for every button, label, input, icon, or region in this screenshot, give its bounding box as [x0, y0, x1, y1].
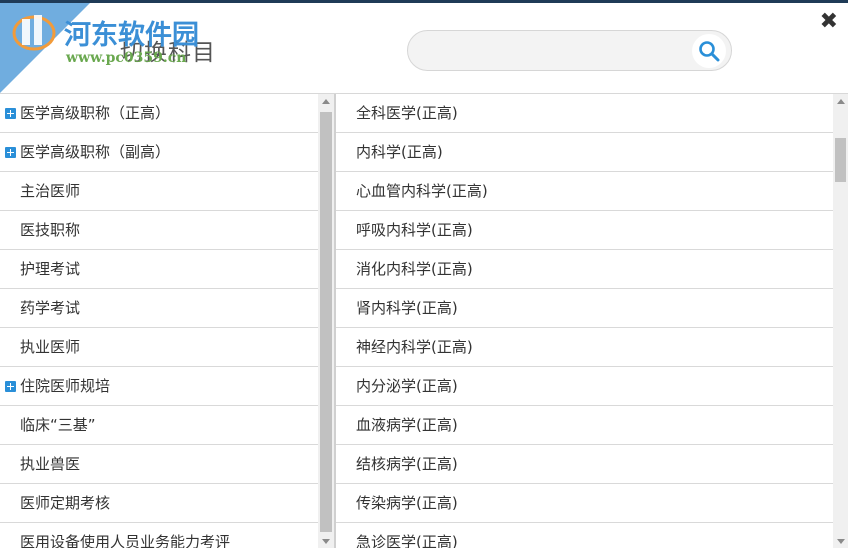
subject-item[interactable]: 消化内科学(正高) [336, 250, 833, 289]
category-item[interactable]: 住院医师规培 [0, 367, 318, 406]
search-box [407, 30, 732, 71]
category-item[interactable]: 医学高级职称（正高） [0, 94, 318, 133]
category-item[interactable]: 执业兽医 [0, 445, 318, 484]
search-input[interactable] [422, 39, 684, 63]
expand-plus-icon[interactable] [5, 381, 16, 392]
category-item[interactable]: 主治医师 [0, 172, 318, 211]
subject-label: 血液病学(正高) [356, 416, 458, 434]
category-item[interactable]: 临床“三基” [0, 406, 318, 445]
subject-scrollbar[interactable] [833, 94, 848, 548]
subject-item[interactable]: 急诊医学(正高) [336, 523, 833, 548]
subject-label: 心血管内科学(正高) [356, 182, 488, 200]
category-label: 医学高级职称（正高） [20, 104, 171, 122]
category-item[interactable]: 医学高级职称（副高） [0, 133, 318, 172]
category-item[interactable]: 药学考试 [0, 289, 318, 328]
scroll-down-arrow-icon[interactable] [837, 539, 845, 544]
close-icon: ✖ [819, 9, 838, 34]
subject-item[interactable]: 肾内科学(正高) [336, 289, 833, 328]
subject-item[interactable]: 呼吸内科学(正高) [336, 211, 833, 250]
subject-item[interactable]: 全科医学(正高) [336, 94, 833, 133]
category-label: 医师定期考核 [20, 494, 111, 512]
subject-label: 急诊医学(正高) [356, 533, 458, 548]
category-scrollbar[interactable] [318, 94, 334, 548]
subject-item[interactable]: 心血管内科学(正高) [336, 172, 833, 211]
subject-label: 全科医学(正高) [356, 104, 458, 122]
subject-label: 消化内科学(正高) [356, 260, 473, 278]
subject-item[interactable]: 结核病学(正高) [336, 445, 833, 484]
search-button[interactable] [692, 34, 726, 68]
dialog-header: 切换科目 ✖ [0, 3, 848, 93]
subject-item[interactable]: 神经内科学(正高) [336, 328, 833, 367]
expand-plus-icon[interactable] [5, 108, 16, 119]
category-label: 临床“三基” [20, 416, 96, 434]
category-item[interactable]: 执业医师 [0, 328, 318, 367]
subject-label: 神经内科学(正高) [356, 338, 473, 356]
subject-scroll-thumb[interactable] [835, 138, 846, 182]
subject-item[interactable]: 内科学(正高) [336, 133, 833, 172]
subject-label: 内科学(正高) [356, 143, 443, 161]
category-label: 执业兽医 [20, 455, 81, 473]
close-button[interactable]: ✖ [820, 9, 838, 34]
scroll-down-arrow-icon[interactable] [322, 539, 330, 544]
subject-item[interactable]: 血液病学(正高) [336, 406, 833, 445]
search-icon [699, 41, 720, 62]
subject-label: 呼吸内科学(正高) [356, 221, 473, 239]
category-label: 医学高级职称（副高） [20, 143, 171, 161]
scroll-up-arrow-icon[interactable] [837, 99, 845, 104]
scroll-up-arrow-icon[interactable] [322, 99, 330, 104]
dialog-title: 切换科目 [120, 40, 216, 66]
subject-list: 全科医学(正高) 内科学(正高) 心血管内科学(正高) 呼吸内科学(正高) 消化内科学(… [336, 94, 848, 548]
category-item[interactable]: 护理考试 [0, 250, 318, 289]
category-label: 住院医师规培 [20, 377, 111, 395]
category-item[interactable]: 医技职称 [0, 211, 318, 250]
subject-label: 传染病学(正高) [356, 494, 458, 512]
expand-plus-icon[interactable] [5, 147, 16, 158]
subject-label: 肾内科学(正高) [356, 299, 458, 317]
category-list: 医学高级职称（正高） 医学高级职称（副高） 主治医师医技职称护理考试药学考试执业医师… [0, 94, 334, 548]
subject-label: 结核病学(正高) [356, 455, 458, 473]
category-label: 药学考试 [20, 299, 81, 317]
category-item[interactable]: 医师定期考核 [0, 484, 318, 523]
category-item[interactable]: 医用设备使用人员业务能力考评 [0, 523, 318, 548]
category-label: 医用设备使用人员业务能力考评 [20, 533, 231, 548]
subject-item[interactable]: 传染病学(正高) [336, 484, 833, 523]
category-scroll-thumb[interactable] [320, 112, 332, 532]
category-label: 执业医师 [20, 338, 81, 356]
category-label: 医技职称 [20, 221, 81, 239]
category-label: 护理考试 [20, 260, 81, 278]
category-label: 主治医师 [20, 182, 81, 200]
subject-item[interactable]: 内分泌学(正高) [336, 367, 833, 406]
subject-label: 内分泌学(正高) [356, 377, 458, 395]
